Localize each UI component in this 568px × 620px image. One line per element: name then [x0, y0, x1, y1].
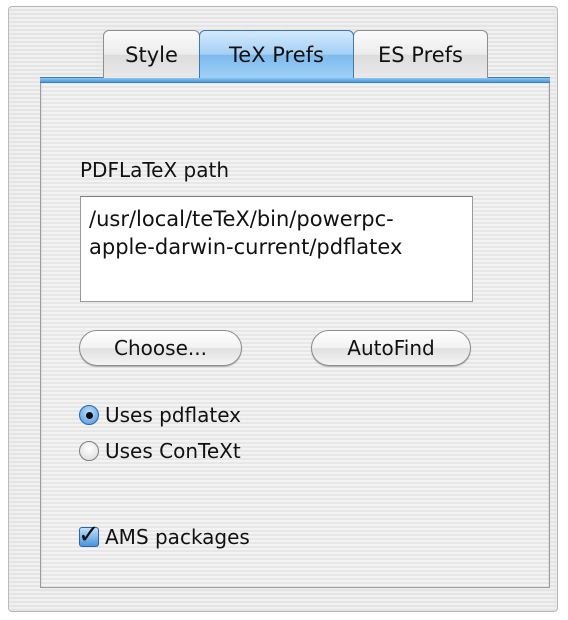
ams-packages-checkbox-row[interactable]: ✓ AMS packages: [78, 520, 250, 550]
radio-label-context: Uses ConTeXt: [105, 439, 241, 463]
checkmark-icon: ✓: [78, 520, 100, 550]
choose-button[interactable]: Choose...: [79, 330, 242, 366]
ams-packages-label: AMS packages: [105, 525, 250, 549]
radio-selected-icon[interactable]: [79, 405, 99, 425]
tab-tex-prefs[interactable]: TeX Prefs: [199, 30, 354, 78]
autofind-button[interactable]: AutoFind: [311, 330, 471, 366]
radio-uses-context[interactable]: Uses ConTeXt: [79, 438, 241, 464]
pdflatex-path-label: PDFLaTeX path: [80, 158, 230, 182]
ams-packages-checkbox[interactable]: ✓: [78, 520, 100, 550]
tab-style[interactable]: Style: [103, 30, 200, 78]
radio-unselected-icon[interactable]: [79, 441, 99, 461]
radio-label-pdflatex: Uses pdflatex: [105, 403, 242, 427]
radio-uses-pdflatex[interactable]: Uses pdflatex: [79, 402, 241, 428]
tab-es-prefs[interactable]: ES Prefs: [353, 30, 488, 78]
pdflatex-path-field[interactable]: /usr/local/teTeX/bin/powerpc- apple-darw…: [80, 196, 473, 302]
